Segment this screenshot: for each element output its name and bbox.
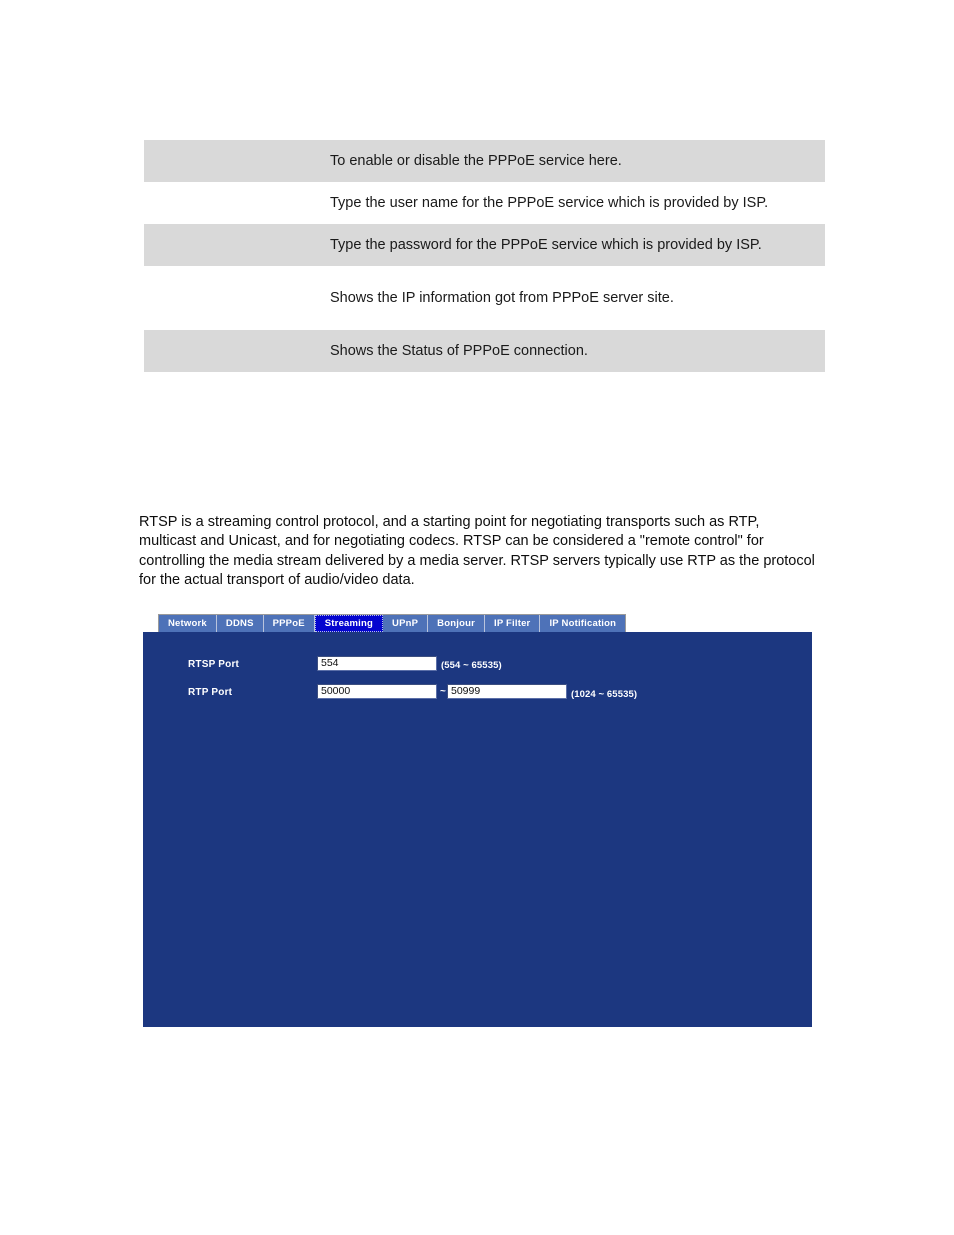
tab-ip-notification[interactable]: IP Notification [540,615,626,632]
rtp-port-end-input[interactable] [447,684,567,699]
rtsp-port-range-hint: (554 ~ 65535) [441,660,502,671]
table-row: Shows the Status of PPPoE connection. [144,330,825,372]
rtp-port-label: RTP Port [188,687,233,698]
rtsp-port-label: RTSP Port [188,659,240,670]
rtsp-description-paragraph: RTSP is a streaming control protocol, an… [139,513,815,589]
table-cell-term [144,140,313,182]
table-row: Type the user name for the PPPoE service… [144,182,825,224]
rtp-port-row: RTP Port ~ (1024 ~ 65535) [188,681,768,709]
streaming-form: RTSP Port (554 ~ 65535) RTP Port ~ (1024… [188,656,768,709]
rtp-port-start-input[interactable] [317,684,437,699]
tab-ip-filter[interactable]: IP Filter [484,615,541,632]
settings-tab-strip: Network DDNS PPPoE Streaming UPnP Bonjou… [158,614,627,632]
table-cell-description: To enable or disable the PPPoE service h… [313,140,825,182]
table-row: To enable or disable the PPPoE service h… [144,140,825,182]
table-cell-description: Type the user name for the PPPoE service… [313,182,825,224]
rtsp-port-input[interactable] [317,656,437,671]
tab-pppoe[interactable]: PPPoE [263,615,315,632]
table-cell-term [144,224,313,266]
pppoe-description-table: To enable or disable the PPPoE service h… [144,140,825,372]
rtp-port-range-separator: ~ [440,686,446,697]
tab-network[interactable]: Network [159,615,217,632]
table-cell-term [144,330,313,372]
tab-upnp[interactable]: UPnP [383,615,429,632]
table-cell-term [144,182,313,224]
table-cell-description: Shows the Status of PPPoE connection. [313,330,825,372]
table-cell-term [144,266,313,330]
table-cell-description: Type the password for the PPPoE service … [313,224,825,266]
table-row: Shows the IP information got from PPPoE … [144,266,825,330]
streaming-settings-panel: RTSP Port (554 ~ 65535) RTP Port ~ (1024… [143,632,812,1027]
table-row: Type the password for the PPPoE service … [144,224,825,266]
rtsp-port-row: RTSP Port (554 ~ 65535) [188,656,768,681]
tab-bonjour[interactable]: Bonjour [428,615,485,632]
rtp-port-range-hint: (1024 ~ 65535) [571,689,638,700]
tab-ddns[interactable]: DDNS [216,615,264,632]
table-cell-description: Shows the IP information got from PPPoE … [313,266,825,330]
tab-streaming[interactable]: Streaming [314,615,384,632]
